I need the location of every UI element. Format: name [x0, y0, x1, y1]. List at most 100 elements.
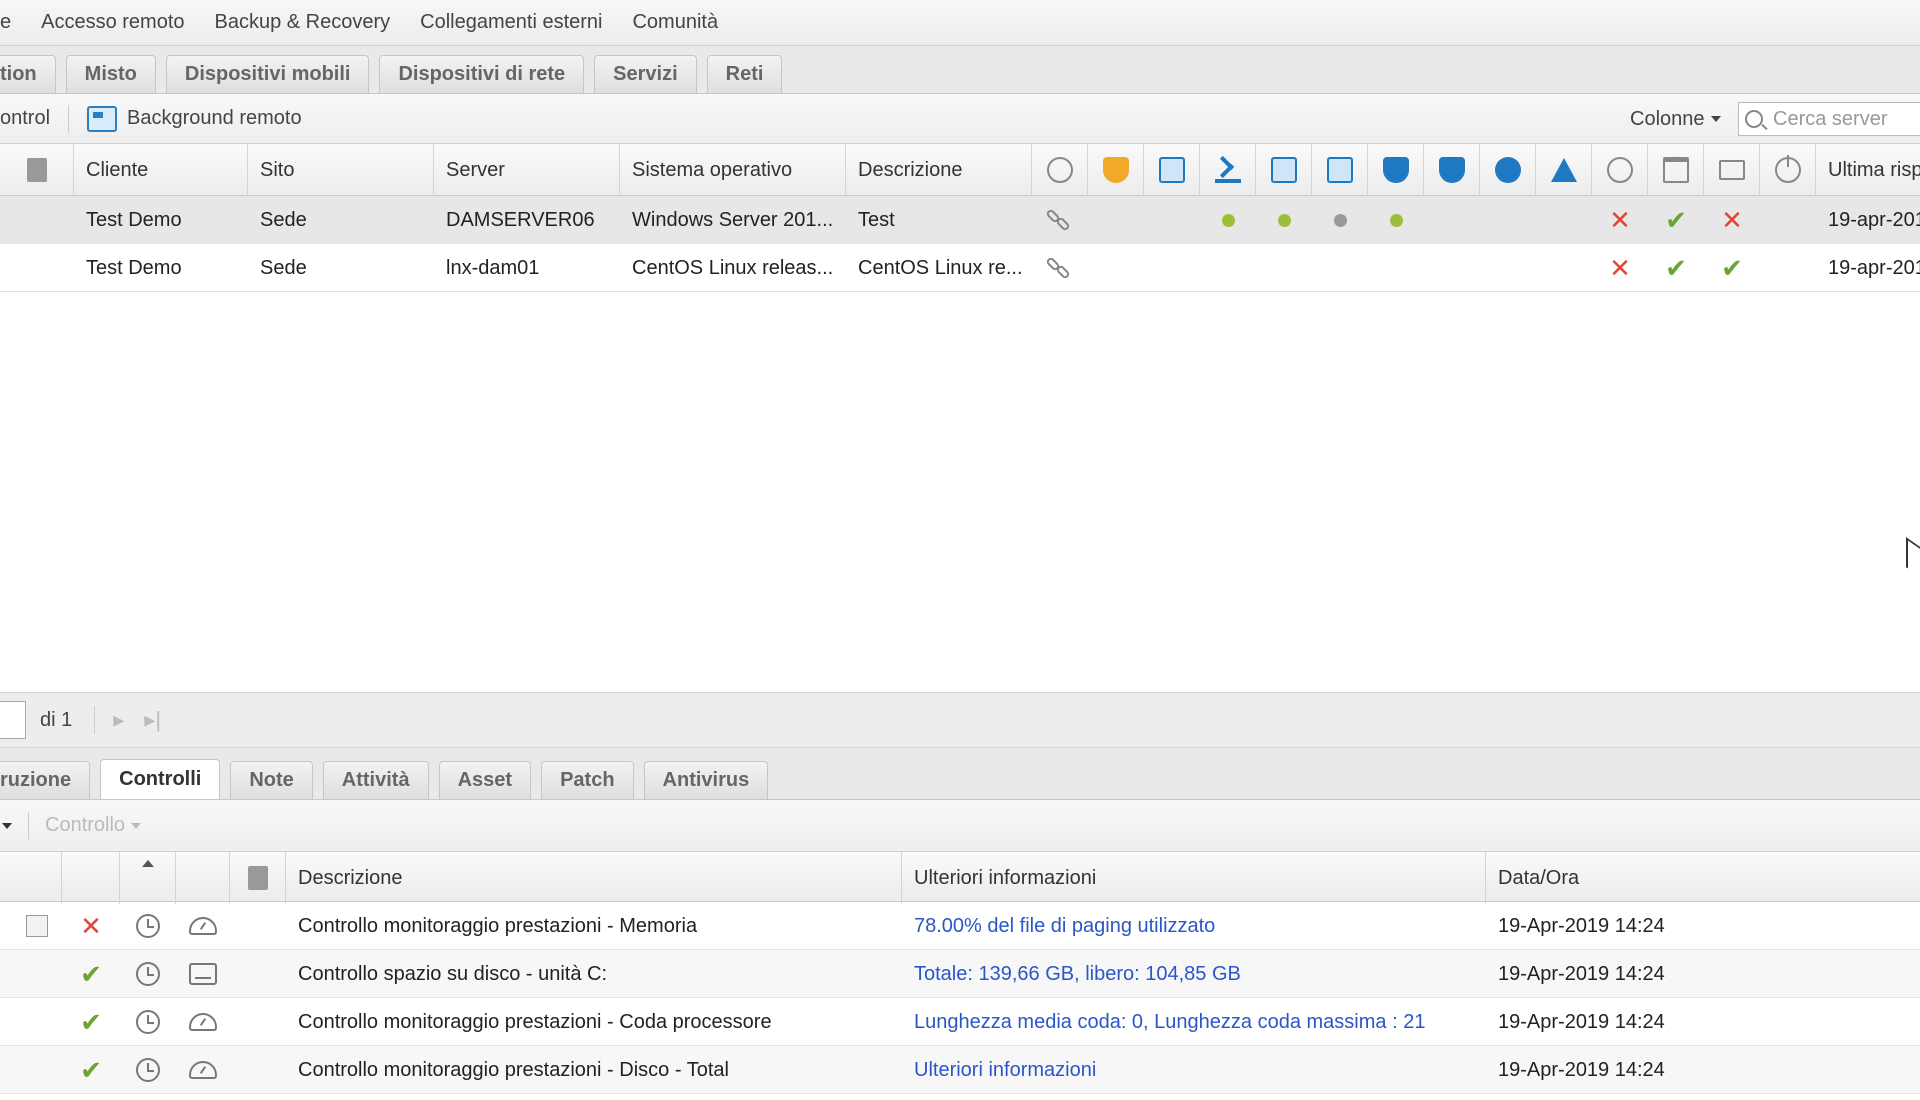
- cell-server: DAMSERVER06: [446, 208, 595, 231]
- control-button[interactable]: ontrol: [0, 107, 50, 130]
- tab-note[interactable]: Note: [230, 761, 313, 799]
- check-row[interactable]: ✔ Controllo monitoraggio prestazioni - C…: [0, 998, 1920, 1046]
- tab-antivirus[interactable]: Antivirus: [643, 761, 769, 799]
- page-number-input[interactable]: [0, 701, 26, 739]
- patch-icon: [1326, 157, 1353, 183]
- column-data-ora[interactable]: Data/Ora: [1486, 852, 1920, 904]
- status-monitor: ✕: [1704, 196, 1760, 244]
- tab-asset[interactable]: Asset: [438, 761, 532, 799]
- column-cliente[interactable]: Cliente: [74, 144, 248, 196]
- server-toolbar: ontrol Background remoto Colonne Cerca s…: [0, 94, 1920, 144]
- status-dot-green: [1277, 213, 1291, 227]
- support-icon: [1494, 157, 1521, 183]
- tab-dispositivi-di-rete[interactable]: Dispositivi di rete: [379, 55, 585, 93]
- menu-item-comunita[interactable]: Comunità: [617, 11, 733, 34]
- remote-link-cell[interactable]: [1032, 244, 1088, 292]
- column-calendar[interactable]: [1648, 144, 1704, 196]
- last-page-icon[interactable]: ▸|: [144, 707, 161, 733]
- column-sync[interactable]: [1032, 144, 1088, 196]
- column-security[interactable]: [1368, 144, 1424, 196]
- tab-misto[interactable]: Misto: [65, 55, 156, 93]
- status-security: [1368, 196, 1424, 244]
- toolbar-divider: [68, 104, 70, 133]
- check-info-link[interactable]: Totale: 139,66 GB, libero: 104,85 GB: [902, 950, 1486, 998]
- check-data-ora: 19-Apr-2019 14:24: [1498, 962, 1665, 985]
- tab-attivita[interactable]: Attività: [322, 761, 429, 799]
- fail-icon: ✕: [80, 910, 102, 941]
- column-support[interactable]: [1480, 144, 1536, 196]
- cell-os: Windows Server 201...: [632, 208, 834, 231]
- tab-truncated[interactable]: tion: [0, 55, 56, 93]
- column-sort[interactable]: [120, 852, 176, 904]
- menu-item-collegamenti-esterni[interactable]: Collegamenti esterni: [405, 11, 617, 34]
- status-calendar: ✔: [1648, 244, 1704, 292]
- row-select[interactable]: [12, 902, 62, 950]
- cell-cliente: Test Demo: [86, 208, 182, 231]
- chevron-down-icon: [1710, 116, 1721, 122]
- column-select[interactable]: [0, 852, 62, 904]
- pass-icon: ✔: [80, 1054, 102, 1085]
- check-descrizione: Controllo monitoraggio prestazioni - Cod…: [298, 1010, 772, 1033]
- schedule-cell: [120, 950, 176, 998]
- next-page-icon[interactable]: ▸: [113, 707, 124, 733]
- column-cone[interactable]: [1536, 144, 1592, 196]
- check-info-link[interactable]: Ulteriori informazioni: [902, 1046, 1486, 1094]
- tab-patch[interactable]: Patch: [541, 761, 634, 799]
- cell-sito: Sede: [260, 208, 307, 231]
- select-column-header[interactable]: [0, 144, 74, 196]
- row-checkbox[interactable]: [26, 915, 48, 937]
- menu-item-accesso-remoto[interactable]: Accesso remoto: [26, 11, 199, 34]
- performance-gauge-icon: [189, 1061, 217, 1079]
- column-power[interactable]: [1760, 144, 1816, 196]
- check-info-link[interactable]: 78.00% del file di paging utilizzato: [902, 902, 1486, 950]
- status-dot-green: [1389, 213, 1403, 227]
- clock-icon: [136, 1058, 160, 1082]
- columns-dropdown[interactable]: Colonne: [1630, 94, 1721, 144]
- column-type[interactable]: [176, 852, 230, 904]
- menu-item-truncated[interactable]: e: [0, 11, 26, 34]
- check-data-ora: 19-Apr-2019 14:24: [1498, 1010, 1665, 1033]
- tab-controlli[interactable]: Controlli: [100, 759, 221, 799]
- menu-item-backup-recovery[interactable]: Backup & Recovery: [200, 11, 406, 34]
- pass-icon: ✔: [1665, 204, 1687, 235]
- check-info-link[interactable]: Lunghezza media coda: 0, Lunghezza coda …: [902, 998, 1486, 1046]
- server-row[interactable]: Test Demo Sede DAMSERVER06 Windows Serve…: [0, 196, 1920, 244]
- clock-icon: [136, 914, 160, 938]
- check-row[interactable]: ✔ Controllo monitoraggio prestazioni - D…: [0, 1046, 1920, 1094]
- remote-link-cell[interactable]: [1032, 196, 1088, 244]
- column-sistema-operativo[interactable]: Sistema operativo: [620, 144, 846, 196]
- mouse-cursor-icon: [1906, 537, 1920, 577]
- chevron-down-icon[interactable]: [2, 822, 12, 829]
- column-status[interactable]: [62, 852, 120, 904]
- column-delete[interactable]: [230, 852, 286, 904]
- column-backup[interactable]: [1144, 144, 1200, 196]
- check-row[interactable]: ✕ Controllo monitoraggio prestazioni - M…: [0, 902, 1920, 950]
- column-descrizione[interactable]: Descrizione: [846, 144, 1032, 196]
- column-ulteriori-informazioni[interactable]: Ulteriori informazioni: [902, 852, 1486, 904]
- column-antivirus[interactable]: [1088, 144, 1144, 196]
- tab-dispositivi-mobili[interactable]: Dispositivi mobili: [165, 55, 370, 93]
- server-row[interactable]: Test Demo Sede lnx-dam01 CentOS Linux re…: [0, 244, 1920, 292]
- column-sito[interactable]: Sito: [248, 144, 434, 196]
- tab-truncated[interactable]: ruzione: [0, 761, 91, 799]
- tab-reti[interactable]: Reti: [706, 55, 783, 93]
- column-clock[interactable]: [1592, 144, 1648, 196]
- column-terminal[interactable]: [1256, 144, 1312, 196]
- tab-servizi[interactable]: Servizi: [594, 55, 697, 93]
- column-monitor[interactable]: [1704, 144, 1760, 196]
- column-server[interactable]: Server: [434, 144, 620, 196]
- check-data-ora: 19-Apr-2019 14:24: [1498, 1058, 1665, 1081]
- check-row[interactable]: ✔ Controllo spazio su disco - unità C: T…: [0, 950, 1920, 998]
- column-protection[interactable]: [1424, 144, 1480, 196]
- column-descrizione[interactable]: Descrizione: [286, 852, 902, 904]
- background-remoto-button[interactable]: Background remoto: [87, 105, 302, 132]
- column-satellite[interactable]: [1200, 144, 1256, 196]
- search-input[interactable]: Cerca server: [1738, 102, 1920, 136]
- controllo-dropdown[interactable]: Controllo: [45, 814, 142, 837]
- disk-icon: [189, 963, 217, 985]
- checks-toolbar: Controllo: [0, 800, 1920, 852]
- type-cell: [176, 950, 230, 998]
- status-cell: ✔: [62, 1046, 120, 1094]
- column-ultima-risposta[interactable]: Ultima risp: [1816, 144, 1920, 196]
- column-patch[interactable]: [1312, 144, 1368, 196]
